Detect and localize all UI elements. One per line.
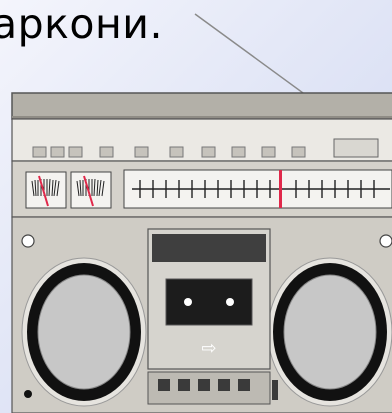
right-speaker bbox=[267, 257, 392, 407]
cassette-deck: ⇨ bbox=[147, 228, 271, 370]
play-arrow-icon: ⇨ bbox=[201, 338, 216, 359]
cassette-buttons bbox=[147, 371, 278, 405]
handle-bar bbox=[11, 92, 392, 120]
dot-left bbox=[24, 390, 32, 398]
left-speaker bbox=[21, 257, 147, 407]
tuning-scale bbox=[123, 169, 392, 209]
boombox-radio-illustration: ⇨ bbox=[11, 13, 392, 413]
top-slider bbox=[333, 138, 379, 158]
screw-right bbox=[379, 234, 392, 248]
screw-left bbox=[21, 234, 35, 248]
cassette-window bbox=[165, 278, 253, 326]
tuning-needle bbox=[279, 170, 282, 208]
